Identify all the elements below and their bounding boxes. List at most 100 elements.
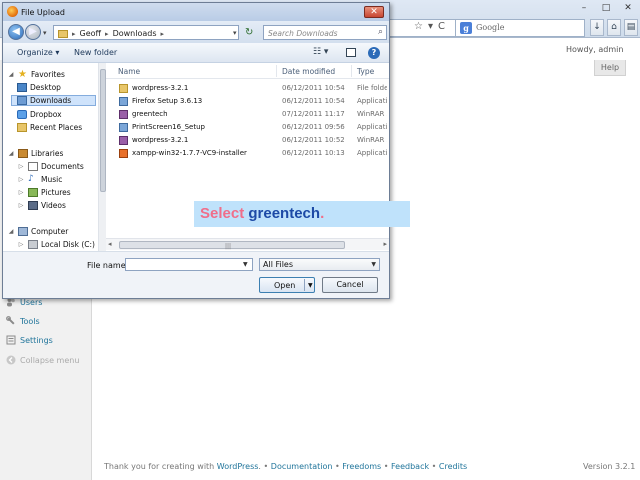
dialog-footer: File name: ▼ All Files ▼ Open ▼ Cancel	[3, 251, 389, 298]
history-dropdown-icon[interactable]: ▾	[428, 21, 438, 32]
minimize-button[interactable]: –	[576, 3, 592, 14]
column-divider[interactable]	[351, 65, 352, 77]
credits-link[interactable]: Credits	[439, 462, 467, 471]
file-date: 07/12/2011 11:17	[282, 110, 345, 118]
tree-item-label: Libraries	[31, 149, 64, 158]
file-row[interactable]: wordpress-3.2.1 06/12/2011 10:54 File fo…	[116, 83, 387, 95]
open-button[interactable]: Open ▼	[259, 277, 315, 293]
breadcrumb-item-geoff[interactable]: Geoff	[80, 29, 102, 38]
wp-footer: Thank you for creating with WordPress. •…	[104, 462, 467, 471]
file-date: 06/12/2011 10:54	[282, 84, 345, 92]
sidebar-item-settings[interactable]: Settings	[6, 335, 53, 345]
expand-arrow-icon[interactable]: ◢	[7, 150, 15, 157]
breadcrumb-item-downloads[interactable]: Downloads	[113, 29, 157, 38]
column-divider[interactable]	[276, 65, 277, 77]
file-type-filter-select[interactable]: All Files ▼	[259, 258, 380, 271]
recent-locations-dropdown-icon[interactable]: ▾	[43, 29, 47, 37]
help-icon[interactable]: ?	[368, 47, 380, 59]
footer-separator: •	[429, 462, 439, 471]
howdy-user-link[interactable]: Howdy, admin	[566, 45, 623, 54]
tree-item-recent-places[interactable]: Recent Places	[17, 123, 82, 132]
tree-item-favorites[interactable]: ◢ ★ Favorites	[7, 70, 65, 80]
downloads-icon	[17, 96, 27, 105]
tree-item-music[interactable]: ▷ ♪ Music	[17, 175, 63, 185]
refresh-icon[interactable]: ↻	[245, 27, 253, 38]
search-icon: ⌕	[377, 27, 383, 37]
tree-item-computer[interactable]: ◢ Computer	[7, 227, 68, 236]
collapse-arrow-icon[interactable]: ▷	[17, 163, 25, 170]
collapse-menu-button[interactable]: Collapse menu	[6, 355, 79, 365]
computer-icon	[18, 227, 28, 236]
cancel-button[interactable]: Cancel	[322, 277, 378, 293]
home-icon[interactable]: ⌂	[607, 19, 621, 36]
tree-item-label: Music	[41, 175, 63, 184]
bookmarks-icon[interactable]: ▤	[624, 19, 638, 36]
file-type: WinRAR ZIP	[357, 136, 387, 144]
browser-search-input[interactable]: g Google	[455, 19, 585, 37]
horizontal-scrollbar[interactable]: ◂ ||| ▸	[106, 238, 389, 250]
tutorial-caption: Select greentech.	[194, 201, 410, 227]
file-row[interactable]: Firefox Setup 3.6.13 06/12/2011 10:54 Ap…	[116, 96, 387, 108]
file-row[interactable]: wordpress-3.2.1 06/12/2011 10:52 WinRAR …	[116, 135, 387, 147]
sidebar-item-label: Settings	[20, 335, 53, 345]
footer-thank-you: Thank you for creating with	[104, 462, 217, 471]
tree-item-local-disk[interactable]: ▷ Local Disk (C:)	[17, 240, 95, 249]
expand-arrow-icon[interactable]: ◢	[7, 228, 15, 235]
bookmark-star-icon[interactable]: ☆	[414, 21, 428, 32]
open-options-dropdown-icon[interactable]: ▼	[308, 282, 313, 289]
dialog-title-bar: File Upload ✕	[3, 3, 389, 21]
libraries-icon	[18, 149, 28, 158]
organize-button[interactable]: Organize ▾	[17, 48, 59, 57]
help-tab[interactable]: Help	[594, 60, 626, 76]
wordpress-link[interactable]: WordPress	[217, 462, 259, 471]
collapse-arrow-icon[interactable]: ▷	[17, 241, 25, 248]
tree-item-dropbox[interactable]: Dropbox	[17, 110, 62, 119]
tree-item-videos[interactable]: ▷ Videos	[17, 201, 66, 210]
change-view-button[interactable]: ☷ ▾	[313, 47, 328, 57]
tree-item-libraries[interactable]: ◢ Libraries	[7, 149, 63, 158]
scroll-right-icon[interactable]: ▸	[383, 240, 387, 248]
column-header-type[interactable]: Type	[357, 67, 374, 76]
file-name-dropdown-icon[interactable]: ▼	[243, 261, 248, 268]
collapse-arrow-icon[interactable]: ▷	[17, 176, 25, 183]
scroll-left-icon[interactable]: ◂	[108, 240, 112, 248]
preview-pane-icon[interactable]	[346, 48, 356, 57]
feedback-link[interactable]: Feedback	[391, 462, 429, 471]
winrar-archive-icon	[119, 136, 128, 145]
file-row[interactable]: xampp-win32-1.7.7-VC9-installer 06/12/20…	[116, 148, 387, 160]
tree-item-documents[interactable]: ▷ Documents	[17, 162, 84, 171]
reload-icon[interactable]: C	[438, 21, 450, 32]
sidebar-item-tools[interactable]: Tools	[6, 316, 40, 326]
tree-item-downloads[interactable]: Downloads	[11, 95, 96, 106]
freedoms-link[interactable]: Freedoms	[342, 462, 381, 471]
documentation-link[interactable]: Documentation	[271, 462, 333, 471]
maximize-button[interactable]: □	[598, 3, 614, 14]
collapse-arrow-icon[interactable]: ▷	[17, 189, 25, 196]
forward-button[interactable]: ▶	[25, 24, 41, 40]
folder-icon	[58, 29, 68, 38]
expand-arrow-icon[interactable]: ◢	[7, 71, 15, 78]
file-row-greentech[interactable]: greentech 07/12/2011 11:17 WinRAR ZIP	[116, 109, 387, 121]
file-date: 06/12/2011 09:56	[282, 123, 345, 131]
chevron-right-icon: ▸	[105, 29, 109, 38]
dialog-close-button[interactable]: ✕	[364, 6, 384, 18]
new-folder-button[interactable]: New folder	[74, 48, 117, 57]
chevron-right-icon: ▸	[160, 29, 165, 38]
address-dropdown-icon[interactable]: ▾	[233, 29, 237, 37]
tree-item-desktop[interactable]: Desktop	[17, 83, 61, 92]
file-name-input[interactable]	[125, 258, 253, 271]
file-row[interactable]: PrintScreen16_Setup 06/12/2011 09:56 App…	[116, 122, 387, 134]
scrollbar-thumb[interactable]: |||	[119, 241, 345, 250]
column-header-date-modified[interactable]: Date modified	[282, 67, 335, 76]
breadcrumb[interactable]: ▸ Geoff ▸ Downloads ▸	[53, 25, 239, 40]
tree-item-pictures[interactable]: ▷ Pictures	[17, 188, 71, 197]
downloads-icon[interactable]: ↓	[590, 19, 604, 36]
column-header-name[interactable]: Name	[118, 67, 140, 76]
file-name: greentech	[132, 110, 168, 118]
search-downloads-input[interactable]: Search Downloads ⌕	[263, 25, 387, 40]
caption-word-select: Select	[200, 205, 245, 222]
back-button[interactable]: ◀	[8, 24, 24, 40]
close-window-button[interactable]: ✕	[620, 3, 636, 14]
collapse-arrow-icon[interactable]: ▷	[17, 202, 25, 209]
navigation-pane-scrollbar[interactable]	[98, 63, 106, 251]
